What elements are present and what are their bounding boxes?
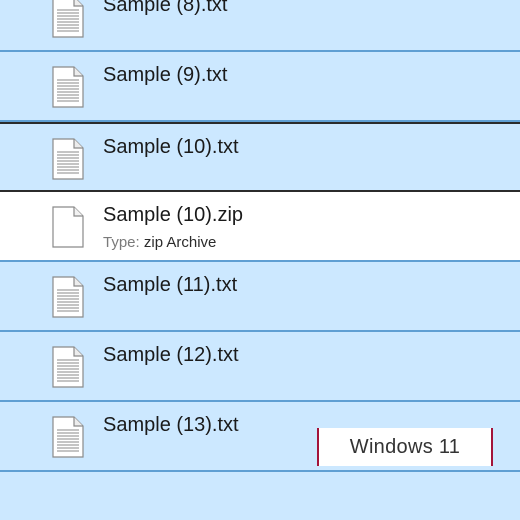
file-type-value: zip Archive	[143, 234, 217, 251]
file-name[interactable]: Sample (8).txt	[103, 0, 227, 17]
file-name[interactable]: Sample (9).txt	[103, 64, 227, 87]
file-list: Sample (8).txt Sample (9).txt Sample (10…	[0, 0, 520, 472]
file-row[interactable]: Sample (8).txt	[0, 0, 520, 52]
file-name[interactable]: Sample (10).zip	[103, 204, 243, 227]
file-row[interactable]: Sample (12).txt	[0, 332, 520, 402]
file-type-label: Type:	[103, 234, 140, 251]
file-row[interactable]: Sample (9).txt	[0, 52, 520, 122]
file-name[interactable]: Sample (11).txt	[103, 274, 237, 297]
text-file-icon	[52, 138, 84, 180]
file-type: Type: zip Archive	[103, 234, 216, 251]
file-row[interactable]: Sample (10).txt	[0, 122, 520, 192]
file-row[interactable]: Sample (10).zip Type: zip Archive	[0, 192, 520, 262]
text-file-icon	[52, 346, 84, 388]
text-file-icon	[52, 66, 84, 108]
file-row[interactable]: Sample (11).txt	[0, 262, 520, 332]
file-name[interactable]: Sample (13).txt	[103, 414, 239, 437]
text-file-icon	[52, 0, 84, 38]
text-file-icon	[52, 276, 84, 318]
file-name[interactable]: Sample (12).txt	[103, 344, 239, 367]
blank-file-icon	[52, 206, 84, 248]
windows-11-watermark: Windows 11	[317, 428, 493, 466]
text-file-icon	[52, 416, 84, 458]
file-name[interactable]: Sample (10).txt	[103, 136, 239, 159]
